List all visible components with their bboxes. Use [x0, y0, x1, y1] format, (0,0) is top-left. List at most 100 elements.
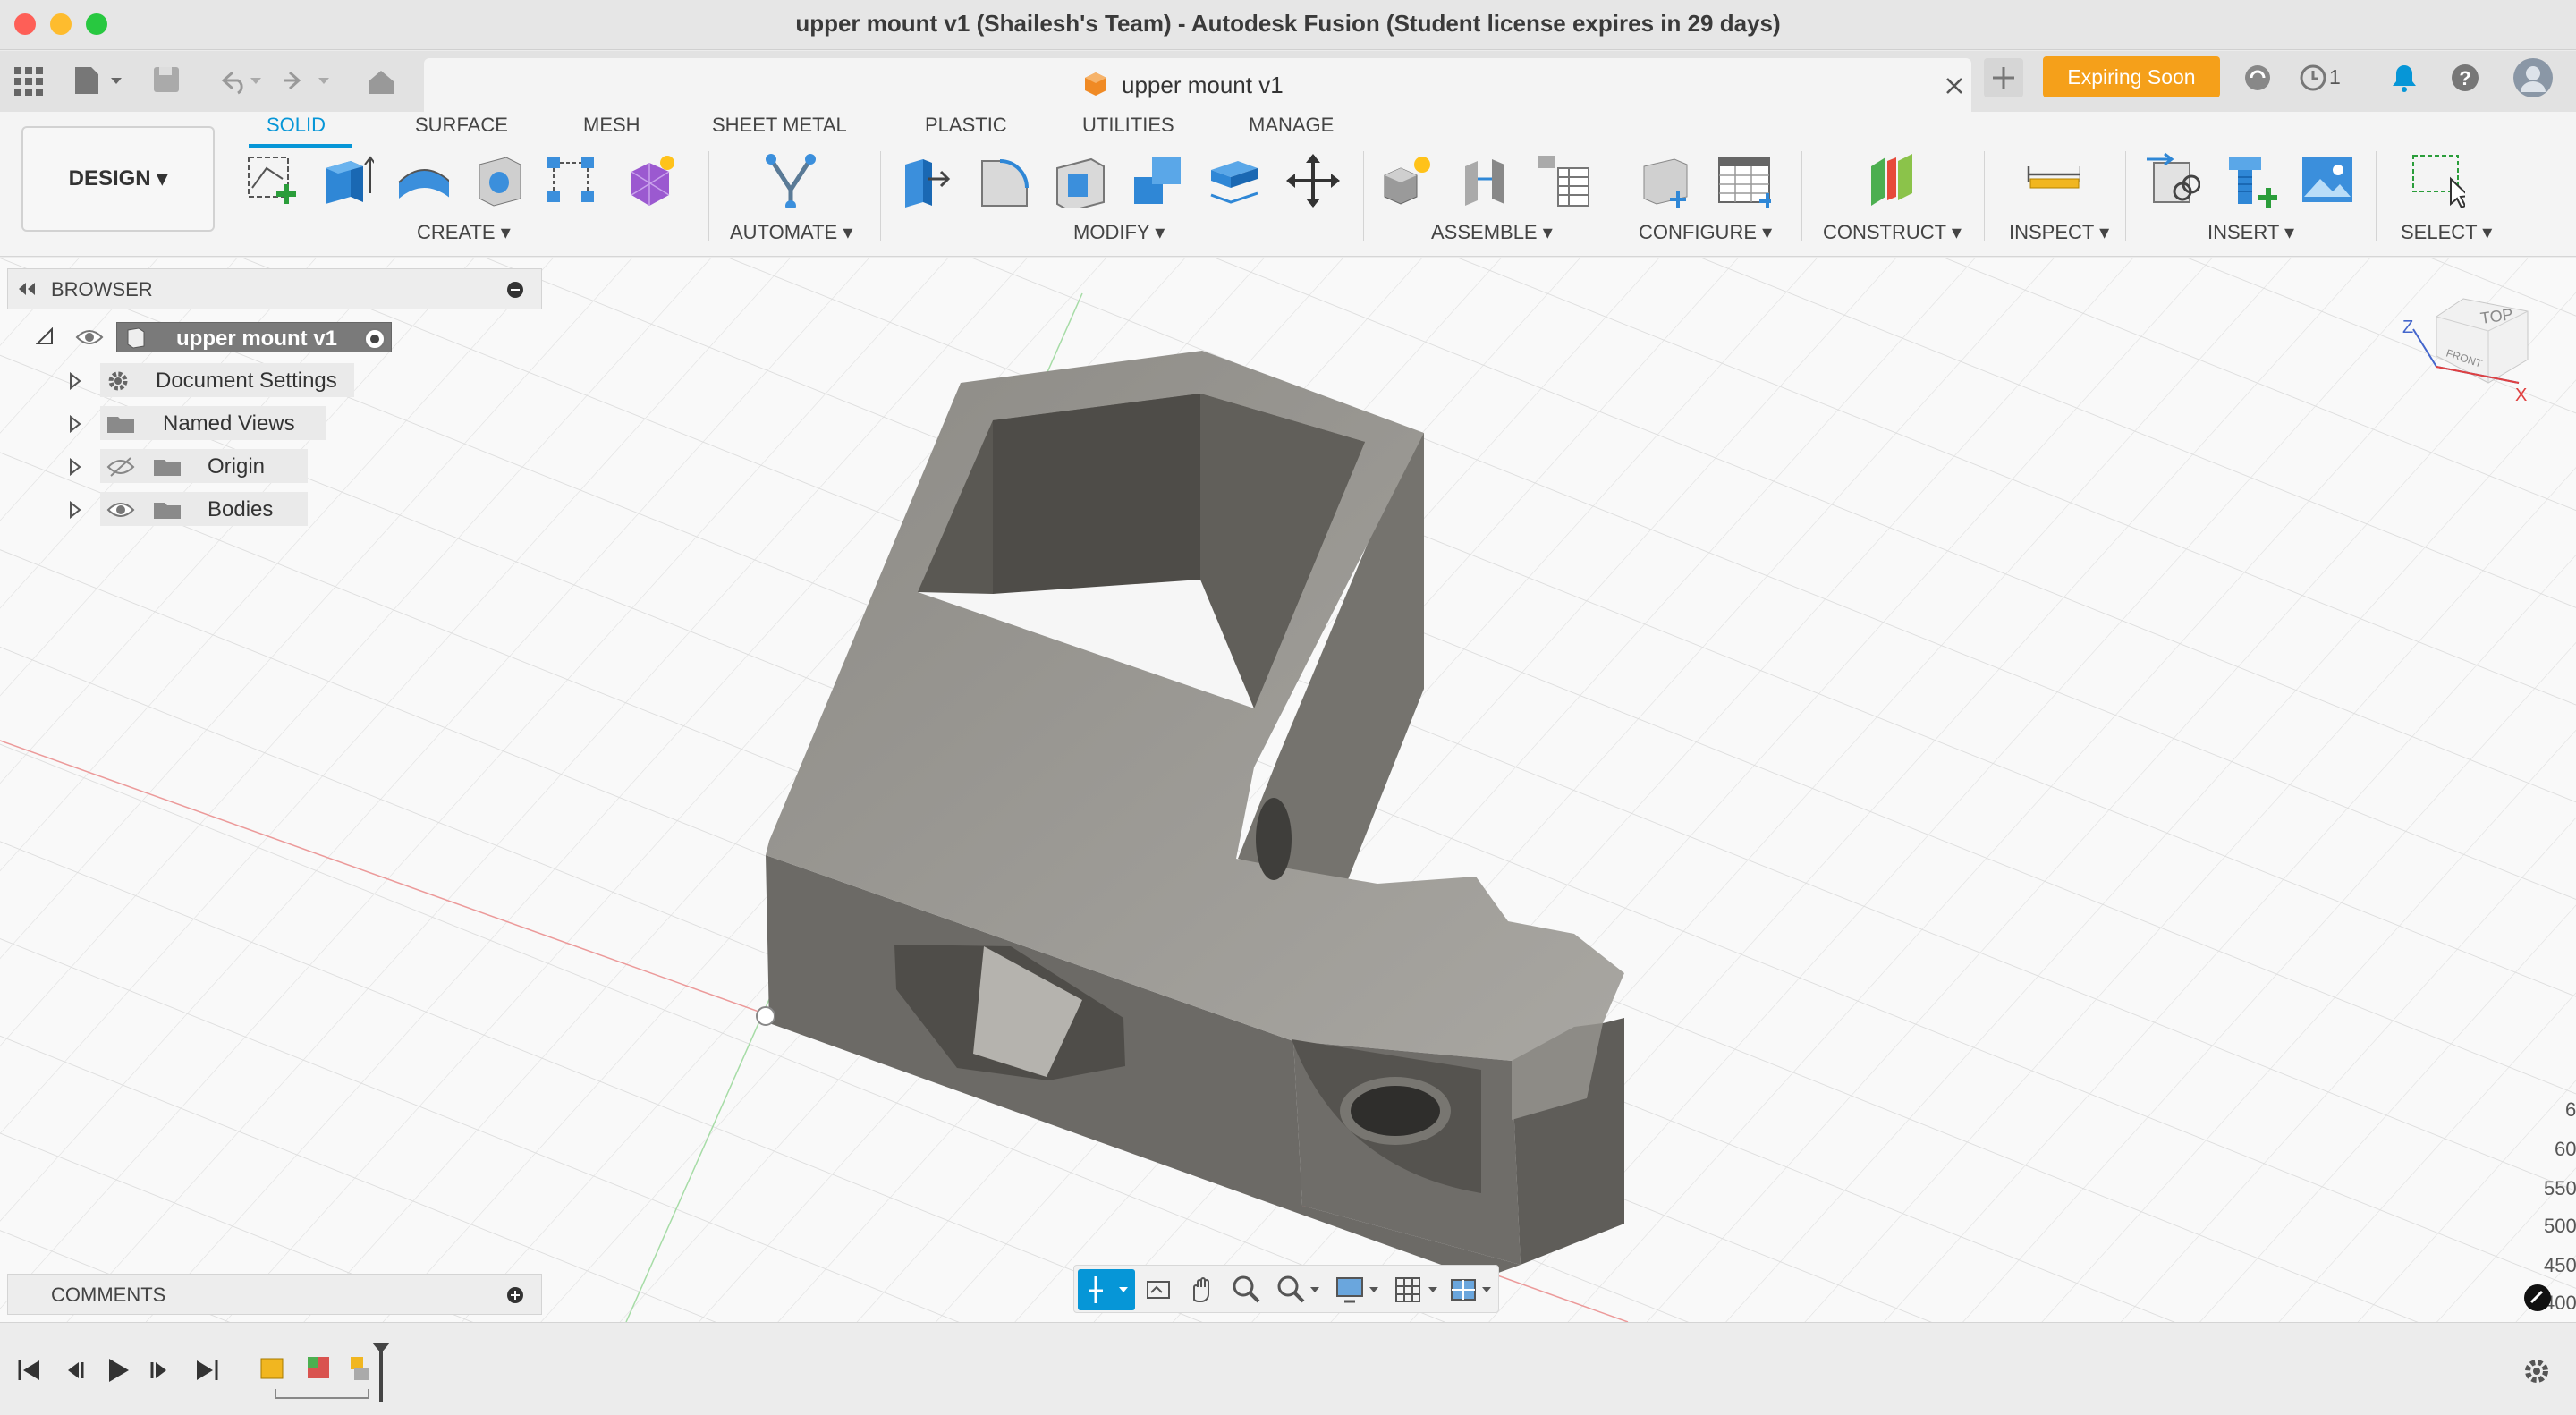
insert-canvas-image-icon[interactable] — [2299, 152, 2354, 208]
configure-icon[interactable] — [1639, 152, 1694, 208]
group-configure[interactable]: CONFIGURE ▾ — [1639, 221, 1772, 244]
expiring-soon-button[interactable]: Expiring Soon — [2043, 56, 2220, 97]
group-inspect[interactable]: INSPECT ▾ — [2009, 221, 2109, 244]
create-form-icon[interactable] — [621, 152, 676, 208]
revolve-icon[interactable] — [394, 152, 449, 208]
view-cube[interactable]: TOP FRONT Z X — [2397, 293, 2540, 419]
browser-pin-icon[interactable] — [505, 280, 525, 300]
browser-panel-header[interactable]: BROWSER — [7, 268, 542, 309]
timeline-settings-gear-icon[interactable] — [2521, 1355, 2553, 1387]
job-status-clock-icon[interactable] — [2295, 60, 2331, 96]
new-tab-button[interactable] — [1984, 58, 2023, 97]
save-icon[interactable] — [150, 64, 182, 97]
offset-face-icon[interactable] — [1206, 152, 1261, 208]
expand-triangle-icon[interactable] — [68, 372, 82, 390]
canvas-viewport[interactable]: TOP FRONT Z X 6 60 550 500 450 400 — [0, 258, 2576, 1322]
tab-surface[interactable]: SURFACE — [415, 114, 508, 137]
home-icon[interactable] — [363, 64, 399, 99]
go-to-end-icon[interactable] — [197, 1360, 218, 1380]
insert-mcmaster-bolt-icon[interactable] — [2222, 152, 2277, 208]
model-canvas[interactable] — [0, 258, 2576, 1322]
user-avatar[interactable] — [2512, 56, 2555, 99]
bill-of-materials-icon[interactable] — [1535, 152, 1590, 208]
tab-manage[interactable]: MANAGE — [1249, 114, 1334, 137]
group-modify[interactable]: MODIFY ▾ — [1073, 221, 1165, 244]
press-pull-icon[interactable] — [898, 152, 953, 208]
expand-triangle-icon[interactable] — [68, 501, 82, 519]
timeline-marker[interactable] — [369, 1341, 395, 1403]
root-component-chip[interactable]: upper mount v1 — [116, 322, 392, 352]
automate-icon[interactable] — [762, 152, 818, 208]
expand-triangle-icon[interactable] — [68, 415, 82, 433]
move-copy-icon[interactable] — [1284, 152, 1340, 208]
look-at-icon[interactable] — [1142, 1275, 1174, 1305]
group-construct[interactable]: CONSTRUCT ▾ — [1823, 221, 1962, 244]
orbit-constrained-button[interactable] — [1078, 1269, 1135, 1310]
tab-sheet-metal[interactable]: SHEET METAL — [712, 114, 847, 137]
group-assemble[interactable]: ASSEMBLE ▾ — [1431, 221, 1553, 244]
visibility-eye-icon[interactable] — [106, 499, 136, 521]
ruler-label: 550 — [2544, 1177, 2576, 1199]
application-bar: upper mount v1 Expiring Soon 1 ? — [0, 51, 2576, 112]
step-forward-icon[interactable] — [150, 1362, 166, 1378]
add-comment-icon[interactable] — [505, 1285, 525, 1305]
visibility-eye-icon[interactable] — [75, 326, 104, 349]
insert-derive-icon[interactable] — [2145, 152, 2200, 208]
pattern-icon[interactable] — [544, 152, 599, 208]
comments-panel-header[interactable]: COMMENTS — [7, 1274, 542, 1315]
hidden-eye-icon[interactable] — [106, 456, 136, 478]
create-sketch-icon[interactable] — [243, 152, 299, 208]
group-automate[interactable]: AUTOMATE ▾ — [730, 221, 852, 244]
go-to-start-icon[interactable] — [18, 1360, 39, 1380]
zoom-icon[interactable] — [1230, 1273, 1262, 1307]
browser-item-named-views[interactable]: Named Views — [68, 406, 354, 442]
joint-icon[interactable] — [1458, 152, 1513, 208]
tab-utilities[interactable]: UTILITIES — [1082, 114, 1174, 137]
group-insert[interactable]: INSERT ▾ — [2207, 221, 2294, 244]
extrude-icon[interactable] — [318, 152, 374, 208]
play-icon[interactable] — [109, 1359, 129, 1382]
shell-icon[interactable] — [1052, 152, 1107, 208]
browser-item-bodies[interactable]: Bodies — [68, 492, 354, 528]
tab-mesh[interactable]: MESH — [583, 114, 640, 137]
browser-root-row[interactable]: upper mount v1 — [36, 320, 411, 356]
expand-triangle-icon[interactable] — [68, 458, 82, 476]
pan-hand-icon[interactable] — [1185, 1273, 1217, 1307]
measure-icon[interactable] — [2025, 152, 2080, 208]
help-icon[interactable]: ? — [2447, 60, 2483, 96]
redo-icon[interactable] — [279, 65, 333, 96]
activate-radio-icon[interactable] — [361, 326, 388, 352]
fit-zoom-window-icon[interactable] — [1275, 1273, 1325, 1307]
collapse-browser-icon[interactable] — [15, 280, 37, 298]
step-back-icon[interactable] — [68, 1362, 84, 1378]
browser-item-origin[interactable]: Origin — [68, 449, 354, 485]
notifications-bell-icon[interactable] — [2386, 60, 2422, 96]
hole-icon[interactable] — [470, 152, 526, 208]
new-component-icon[interactable] — [1379, 152, 1435, 208]
close-tab-icon[interactable] — [1945, 76, 1964, 96]
offset-plane-icon[interactable] — [1862, 152, 1918, 208]
display-settings-icon[interactable] — [1334, 1273, 1384, 1307]
combine-icon[interactable] — [1129, 152, 1184, 208]
tab-solid[interactable]: SOLID — [267, 114, 326, 137]
group-select[interactable]: SELECT ▾ — [2401, 221, 2492, 244]
browser-item-document-settings[interactable]: Document Settings — [68, 363, 354, 399]
configuration-table-icon[interactable] — [1716, 152, 1771, 208]
window-select-icon[interactable] — [2410, 152, 2465, 208]
feature-icon[interactable] — [351, 1357, 369, 1380]
group-create[interactable]: CREATE ▾ — [417, 221, 511, 244]
workspace-switcher-button[interactable]: DESIGN ▾ — [21, 126, 215, 232]
viewport-settings-icon[interactable] — [2522, 1283, 2553, 1313]
document-tab[interactable]: upper mount v1 — [424, 58, 1971, 112]
undo-icon[interactable] — [211, 65, 265, 96]
tab-plastic[interactable]: PLASTIC — [925, 114, 1007, 137]
sketch-feature-icon[interactable] — [260, 1358, 284, 1379]
data-panel-grid-icon[interactable] — [13, 65, 45, 97]
extensions-icon[interactable] — [2240, 60, 2275, 96]
extrude-feature-icon[interactable] — [308, 1357, 329, 1378]
expand-triangle-icon[interactable] — [36, 327, 54, 345]
fillet-icon[interactable] — [975, 152, 1030, 208]
viewports-icon[interactable] — [1448, 1273, 1498, 1307]
file-menu-icon[interactable] — [72, 64, 125, 97]
grid-snaps-icon[interactable] — [1393, 1273, 1443, 1307]
